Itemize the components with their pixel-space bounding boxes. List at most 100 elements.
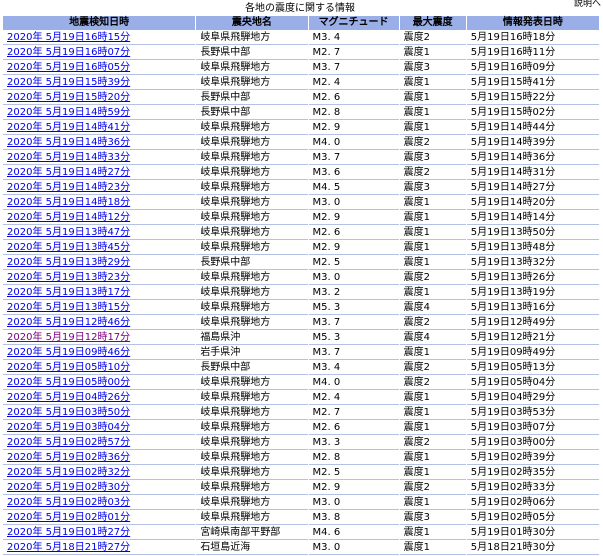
table-row: 2020年 5月19日13時17分 岐阜県飛騨地方 M3. 2 震度1 5月19日13時… [3,286,599,300]
detection-time-link[interactable]: 2020年 5月19日02時57分 [7,437,130,448]
table-row: 2020年 5月19日14時18分 岐阜県飛騨地方 M3. 0 震度1 5月19日14時… [3,196,599,210]
detection-time-link[interactable]: 2020年 5月19日14時27分 [7,167,130,178]
max-intensity-cell: 震度1 [399,91,466,105]
detection-time-link[interactable]: 2020年 5月19日16時05分 [7,62,130,73]
detection-time-cell: 2020年 5月19日04時26分 [3,391,196,405]
magnitude-cell: M5. 3 [308,331,399,345]
issued-time-cell: 5月19日13時16分 [466,301,599,315]
table-row: 2020年 5月19日13時45分 岐阜県飛騨地方 M2. 9 震度1 5月19日13時… [3,241,599,255]
detection-time-cell: 2020年 5月19日02時57分 [3,436,196,450]
max-intensity-cell: 震度1 [399,451,466,465]
detection-time-link[interactable]: 2020年 5月19日13時17分 [7,287,130,298]
detection-time-cell: 2020年 5月19日13時47分 [3,226,196,240]
detection-time-cell: 2020年 5月19日03時04分 [3,421,196,435]
epicenter-cell: 長野県中部 [196,91,308,105]
explanation-link[interactable]: 説明へ [571,0,601,10]
detection-time-link[interactable]: 2020年 5月19日09時46分 [7,347,130,358]
max-intensity-cell: 震度1 [399,226,466,240]
issued-time-cell: 5月19日16時11分 [466,46,599,60]
max-intensity-cell: 震度1 [399,346,466,360]
detection-time-link[interactable]: 2020年 5月19日02時32分 [7,467,130,478]
detection-time-link[interactable]: 2020年 5月19日04時26分 [7,392,130,403]
detection-time-link[interactable]: 2020年 5月19日03時04分 [7,422,130,433]
detection-time-cell: 2020年 5月19日02時30分 [3,481,196,495]
issued-time-cell: 5月19日04時29分 [466,391,599,405]
detection-time-link[interactable]: 2020年 5月19日14時59分 [7,107,130,118]
magnitude-cell: M2. 7 [308,406,399,420]
issued-time-cell: 5月19日05時13分 [466,361,599,375]
detection-time-link[interactable]: 2020年 5月19日14時12分 [7,212,130,223]
detection-time-cell: 2020年 5月19日14時18分 [3,196,196,210]
max-intensity-cell: 震度1 [399,526,466,540]
issued-time-cell: 5月19日13時50分 [466,226,599,240]
detection-time-link[interactable]: 2020年 5月19日05時10分 [7,362,130,373]
detection-time-link[interactable]: 2020年 5月19日16時07分 [7,47,130,58]
max-intensity-cell: 震度1 [399,466,466,480]
magnitude-cell: M2. 8 [308,106,399,120]
table-row: 2020年 5月19日09時46分 岩手県沖 M3. 7 震度1 5月19日09時49分 [3,346,599,360]
detection-time-link[interactable]: 2020年 5月19日15時20分 [7,92,130,103]
magnitude-cell: M2. 8 [308,451,399,465]
max-intensity-cell: 震度1 [399,286,466,300]
max-intensity-cell: 震度2 [399,316,466,330]
epicenter-cell: 岐阜県飛騨地方 [196,31,308,45]
epicenter-cell: 岐阜県飛騨地方 [196,271,308,285]
max-intensity-cell: 震度2 [399,136,466,150]
detection-time-link[interactable]: 2020年 5月19日13時45分 [7,242,130,253]
magnitude-cell: M2. 4 [308,391,399,405]
detection-time-link[interactable]: 2020年 5月19日16時15分 [7,32,130,43]
detection-time-cell: 2020年 5月19日09時46分 [3,346,196,360]
epicenter-cell: 岐阜県飛騨地方 [196,61,308,75]
issued-time-cell: 5月19日09時49分 [466,346,599,360]
issued-time-cell: 5月19日13時26分 [466,271,599,285]
table-caption: 各地の震度に関する情報 [245,3,355,14]
detection-time-link[interactable]: 2020年 5月19日12時17分 [7,332,130,343]
detection-time-link[interactable]: 2020年 5月19日14時18分 [7,197,130,208]
epicenter-cell: 岐阜県飛騨地方 [196,316,308,330]
detection-time-link[interactable]: 2020年 5月19日02時30分 [7,482,130,493]
detection-time-cell: 2020年 5月19日13時45分 [3,241,196,255]
magnitude-cell: M3. 4 [308,31,399,45]
magnitude-cell: M2. 9 [308,121,399,135]
detection-time-link[interactable]: 2020年 5月19日02時01分 [7,512,130,523]
max-intensity-cell: 震度2 [399,376,466,390]
detection-time-link[interactable]: 2020年 5月19日05時00分 [7,377,130,388]
detection-time-link[interactable]: 2020年 5月18日21時27分 [7,542,130,553]
detection-time-cell: 2020年 5月19日12時17分 [3,331,196,345]
table-row: 2020年 5月19日02時01分 岐阜県飛騨地方 M3. 8 震度3 5月19日02時… [3,511,599,525]
detection-time-cell: 2020年 5月19日16時15分 [3,31,196,45]
detection-time-link[interactable]: 2020年 5月19日01時27分 [7,527,130,538]
detection-time-link[interactable]: 2020年 5月19日14時23分 [7,182,130,193]
table-row: 2020年 5月19日15時39分 岐阜県飛騨地方 M2. 4 震度1 5月19日15時… [3,76,599,90]
detection-time-link[interactable]: 2020年 5月19日13時23分 [7,272,130,283]
detection-time-link[interactable]: 2020年 5月19日14時33分 [7,152,130,163]
detection-time-cell: 2020年 5月19日02時03分 [3,496,196,510]
detection-time-link[interactable]: 2020年 5月19日03時50分 [7,407,130,418]
detection-time-cell: 2020年 5月19日02時01分 [3,511,196,525]
detection-time-link[interactable]: 2020年 5月19日13時47分 [7,227,130,238]
detection-time-link[interactable]: 2020年 5月19日15時39分 [7,77,130,88]
detection-time-link[interactable]: 2020年 5月19日14時41分 [7,122,130,133]
detection-time-link[interactable]: 2020年 5月19日14時36分 [7,137,130,148]
magnitude-cell: M3. 7 [308,316,399,330]
magnitude-cell: M2. 9 [308,211,399,225]
detection-time-link[interactable]: 2020年 5月19日13時29分 [7,257,130,268]
epicenter-cell: 岐阜県飛騨地方 [196,196,308,210]
table-body: 2020年 5月19日16時15分 岐阜県飛騨地方 M3. 4 震度2 5月19日16時… [3,31,599,555]
epicenter-cell: 岩手県沖 [196,346,308,360]
issued-time-cell: 5月19日14時14分 [466,211,599,225]
detection-time-link[interactable]: 2020年 5月19日02時03分 [7,497,130,508]
column-header-detection-time: 地震検知日時 [3,16,196,30]
detection-time-link[interactable]: 2020年 5月19日12時46分 [7,317,130,328]
epicenter-cell: 長野県中部 [196,256,308,270]
epicenter-cell: 長野県中部 [196,361,308,375]
issued-time-cell: 5月19日02時05分 [466,511,599,525]
detection-time-link[interactable]: 2020年 5月19日13時15分 [7,302,130,313]
max-intensity-cell: 震度2 [399,481,466,495]
detection-time-link[interactable]: 2020年 5月19日02時36分 [7,452,130,463]
detection-time-cell: 2020年 5月19日16時07分 [3,46,196,60]
detection-time-cell: 2020年 5月19日05時10分 [3,361,196,375]
column-header-magnitude: マグニチュード [308,16,399,30]
epicenter-cell: 岐阜県飛騨地方 [196,121,308,135]
magnitude-cell: M4. 0 [308,136,399,150]
